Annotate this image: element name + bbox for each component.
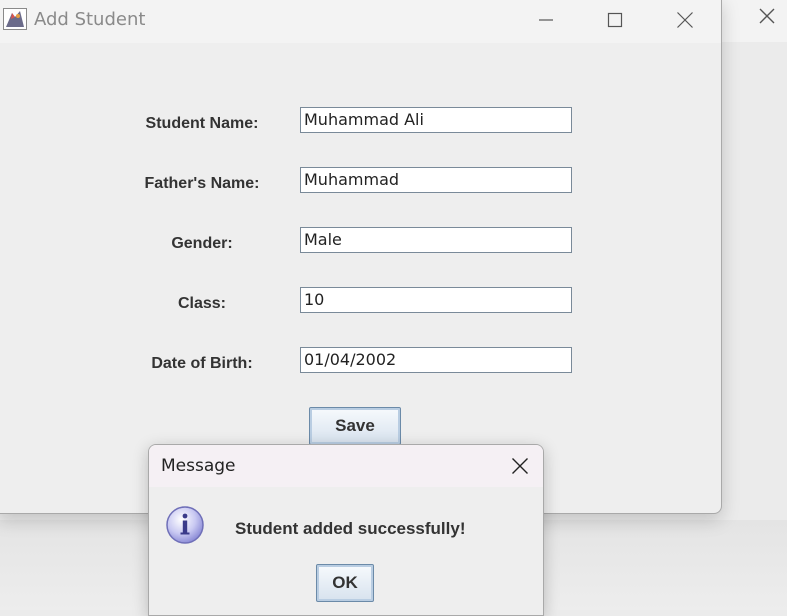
- minimize-icon[interactable]: [523, 5, 569, 35]
- add-student-window: Add Student Student Name: Muhammad Ali F…: [0, 0, 722, 514]
- message-dialog: Message Student added successfully! OK: [148, 444, 544, 616]
- gender-label: Gender:: [171, 235, 233, 252]
- fathers-name-label: Father's Name:: [144, 175, 260, 192]
- java-app-icon: [3, 8, 27, 30]
- class-input[interactable]: 10: [300, 287, 572, 313]
- dialog-title-bar: Message: [149, 445, 543, 487]
- dialog-title: Message: [161, 456, 236, 476]
- date-of-birth-input[interactable]: 01/04/2002: [300, 347, 572, 373]
- window-title: Add Student: [34, 9, 146, 30]
- maximize-icon[interactable]: [592, 5, 638, 35]
- close-icon[interactable]: [757, 6, 777, 26]
- date-of-birth-label: Date of Birth:: [151, 355, 253, 372]
- student-name-label: Student Name:: [145, 115, 259, 132]
- title-bar: Add Student: [0, 0, 721, 43]
- save-button[interactable]: Save: [309, 407, 401, 445]
- close-icon[interactable]: [662, 5, 708, 35]
- gender-input[interactable]: Male: [300, 227, 572, 253]
- student-name-input[interactable]: Muhammad Ali: [300, 107, 572, 133]
- fathers-name-input[interactable]: Muhammad: [300, 167, 572, 193]
- class-label: Class:: [177, 295, 227, 312]
- info-icon: [165, 505, 205, 545]
- ok-button[interactable]: OK: [316, 564, 374, 602]
- close-icon[interactable]: [509, 455, 531, 477]
- dialog-message: Student added successfully!: [235, 519, 466, 538]
